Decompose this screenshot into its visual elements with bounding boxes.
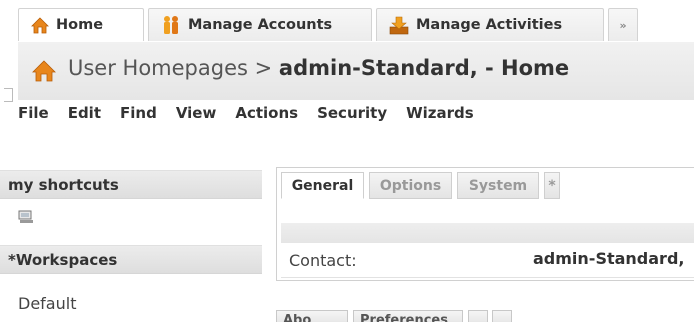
tab-add[interactable]: * bbox=[544, 172, 560, 199]
menu-bar: File Edit Find View Actions Security Wiz… bbox=[18, 104, 493, 128]
shortcuts-header[interactable]: my shortcuts bbox=[0, 170, 262, 199]
about-button[interactable]: Abo bbox=[276, 310, 348, 322]
breadcrumb-current: admin-Standard, - Home bbox=[278, 56, 570, 80]
workspace-item-default[interactable]: Default bbox=[0, 284, 262, 322]
extra-button-2[interactable] bbox=[492, 310, 512, 322]
breadcrumb: User Homepages > admin-Standard, - Home bbox=[68, 56, 569, 80]
more-tabs-label: » bbox=[619, 18, 627, 32]
tab-manage-accounts-label: Manage Accounts bbox=[188, 17, 333, 33]
more-tabs-button[interactable]: » bbox=[608, 8, 638, 41]
menu-file[interactable]: File bbox=[18, 104, 49, 128]
shortcut-item[interactable] bbox=[0, 202, 262, 242]
computer-icon bbox=[18, 210, 34, 229]
app-window: Home Manage Accounts Manage Activities »… bbox=[0, 0, 694, 322]
menu-security[interactable]: Security bbox=[317, 104, 387, 128]
contact-row: Contact: admin-Standard, bbox=[281, 243, 694, 278]
details-panel: General Options System * Contact: admin-… bbox=[276, 167, 694, 281]
extra-button-1[interactable] bbox=[468, 310, 488, 322]
preferences-button[interactable]: Preferences bbox=[353, 310, 463, 322]
tab-manage-activities-label: Manage Activities bbox=[416, 17, 563, 33]
tab-manage-activities[interactable]: Manage Activities bbox=[376, 8, 604, 41]
panel-section-header bbox=[281, 223, 694, 243]
accounts-icon bbox=[161, 15, 181, 35]
workspaces-header[interactable]: *Workspaces bbox=[0, 245, 262, 274]
tab-general[interactable]: General bbox=[281, 172, 364, 199]
contact-label: Contact: bbox=[289, 251, 357, 270]
menu-find[interactable]: Find bbox=[120, 104, 157, 128]
collapse-handle[interactable] bbox=[4, 88, 13, 102]
breadcrumb-bar: User Homepages > admin-Standard, - Home bbox=[4, 42, 694, 102]
tab-system[interactable]: System bbox=[457, 172, 539, 199]
tab-home[interactable]: Home bbox=[18, 8, 144, 41]
breadcrumb-home-icon bbox=[32, 60, 56, 86]
menu-edit[interactable]: Edit bbox=[68, 104, 101, 128]
home-icon bbox=[31, 16, 49, 34]
tab-manage-accounts[interactable]: Manage Accounts bbox=[148, 8, 372, 41]
sidebar: my shortcuts *Workspaces Default bbox=[0, 170, 262, 322]
breadcrumb-prefix[interactable]: User Homepages > bbox=[68, 56, 279, 80]
tab-home-label: Home bbox=[56, 17, 104, 33]
contact-value: admin-Standard, bbox=[533, 249, 685, 268]
tab-options[interactable]: Options bbox=[369, 172, 452, 199]
menu-actions[interactable]: Actions bbox=[235, 104, 298, 128]
menu-view[interactable]: View bbox=[176, 104, 217, 128]
menu-wizards[interactable]: Wizards bbox=[406, 104, 474, 128]
activities-icon bbox=[389, 16, 409, 35]
top-tab-strip: Home Manage Accounts Manage Activities » bbox=[18, 8, 694, 43]
